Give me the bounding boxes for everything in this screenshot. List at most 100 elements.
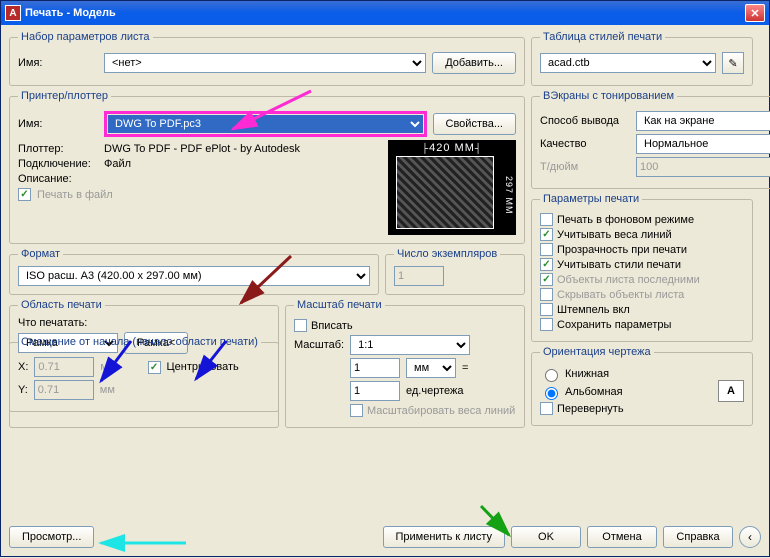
add-pageset-button[interactable]: Добавить... <box>432 52 516 74</box>
stamp-checkbox[interactable] <box>540 303 553 316</box>
stamp-label: Штемпель вкл <box>557 304 630 316</box>
printer-props-button[interactable]: Свойства... <box>433 113 516 135</box>
center-checkbox[interactable]: ✓ <box>148 361 161 374</box>
fit-checkbox[interactable] <box>294 319 307 332</box>
print-to-file-checkbox: ✓ <box>18 188 31 201</box>
orient-group: Ориентация чертежа Книжная Альбомная Пер… <box>531 346 753 426</box>
copies-legend: Число экземпляров <box>394 248 500 260</box>
pageset-name-select[interactable]: <нет> <box>104 53 426 73</box>
styletable-select[interactable]: acad.ctb <box>540 53 716 73</box>
pageset-group: Набор параметров листа Имя: <нет> Добави… <box>9 31 525 86</box>
upside-checkbox[interactable] <box>540 402 553 415</box>
drawing-unit-label: ед.чертежа <box>406 385 463 397</box>
paper-preview: ├420 MM┤ 297 MM <box>388 140 516 235</box>
what-label: Что печатать: <box>18 317 270 329</box>
print-to-file-label: Печать в файл <box>37 189 113 201</box>
cancel-button[interactable]: Отмена <box>587 526 657 548</box>
styles-label: Учитывать стили печати <box>557 259 681 271</box>
desc-label: Описание: <box>18 173 98 185</box>
scale-group: Масштаб печати Вписать Масштаб: 1:1 мм =… <box>285 299 525 428</box>
offset-x-label: X: <box>18 361 28 373</box>
app-icon: A <box>5 5 21 21</box>
offset-x-unit: мм <box>100 361 115 373</box>
fit-label: Вписать <box>311 320 353 332</box>
orient-legend: Ориентация чертежа <box>540 346 654 358</box>
scale-lw-label: Масштабировать веса линий <box>367 405 515 417</box>
window-title: Печать - Модель <box>25 7 116 19</box>
styletable-group: Таблица стилей печати acad.ctb ✎ <box>531 31 753 86</box>
format-select[interactable]: ISO расш. A3 (420.00 x 297.00 мм) <box>18 266 370 286</box>
copies-group: Число экземпляров <box>385 248 525 295</box>
offset-x-input <box>34 357 94 377</box>
conn-label: Подключение: <box>18 158 98 170</box>
styletable-edit-icon[interactable]: ✎ <box>722 52 744 74</box>
lw-checkbox[interactable]: ✓ <box>540 228 553 241</box>
format-group: Формат ISO расш. A3 (420.00 x 297.00 мм) <box>9 248 379 295</box>
offset-y-unit: мм <box>100 384 115 396</box>
printer-name-label: Имя: <box>18 118 98 130</box>
out-label: Способ вывода <box>540 115 630 127</box>
print-dialog: A Печать - Модель ✕ Набор параметров лис… <box>0 0 770 557</box>
conn-value: Файл <box>104 158 131 170</box>
titlebar: A Печать - Модель ✕ <box>1 1 769 25</box>
footer: Просмотр... Применить к листу OK Отмена … <box>9 526 761 548</box>
expand-icon[interactable]: ‹ <box>739 526 761 548</box>
styletable-legend: Таблица стилей печати <box>540 31 665 43</box>
vports-legend: ВЭкраны с тонированием <box>540 90 677 102</box>
plotter-value: DWG To PDF - PDF ePlot - by Autodesk <box>104 143 300 155</box>
dpi-input <box>636 157 770 177</box>
preview-button[interactable]: Просмотр... <box>9 526 94 548</box>
trans-checkbox[interactable] <box>540 243 553 256</box>
scale-legend: Масштаб печати <box>294 299 385 311</box>
params-group: Параметры печати Печать в фоновом режиме… <box>531 193 753 342</box>
equals-label: = <box>462 362 468 374</box>
help-button[interactable]: Справка <box>663 526 733 548</box>
scale-unit-select[interactable]: мм <box>406 358 456 378</box>
last-checkbox: ✓ <box>540 273 553 286</box>
save-checkbox[interactable] <box>540 318 553 331</box>
printer-name-select[interactable]: DWG To PDF.pc3 <box>108 115 423 133</box>
copies-input <box>394 266 444 286</box>
bg-checkbox[interactable] <box>540 213 553 226</box>
dpi-label: Т/дюйм <box>540 161 630 173</box>
format-legend: Формат <box>18 248 63 260</box>
center-label: Центрировать <box>167 361 239 373</box>
portrait-radio[interactable] <box>545 369 558 382</box>
plotter-label: Плоттер: <box>18 143 98 155</box>
pageset-name-label: Имя: <box>18 57 98 69</box>
save-label: Сохранить параметры <box>557 319 671 331</box>
orient-icon: A <box>718 380 744 402</box>
last-label: Объекты листа последними <box>557 274 700 286</box>
vports-group: ВЭкраны с тонированием Способ вывода Как … <box>531 90 770 189</box>
scale-drawing-input[interactable] <box>350 381 400 401</box>
printer-group: Принтер/плоттер Имя: DWG To PDF.pc3 Свой… <box>9 90 525 244</box>
qual-label: Качество <box>540 138 630 150</box>
portrait-label: Книжная <box>565 368 609 380</box>
offset-legend: Смещение от начала (начало области печат… <box>18 336 261 348</box>
hide-checkbox <box>540 288 553 301</box>
offset-y-label: Y: <box>18 384 28 396</box>
offset-y-input <box>34 380 94 400</box>
qual-select[interactable]: Нормальное <box>636 134 770 154</box>
area-legend: Область печати <box>18 299 105 311</box>
offset-group: Смещение от начала (начало области печат… <box>9 336 279 412</box>
printer-legend: Принтер/плоттер <box>18 90 111 102</box>
scale-select[interactable]: 1:1 <box>350 335 470 355</box>
landscape-radio[interactable] <box>545 387 558 400</box>
landscape-label: Альбомная <box>565 386 623 398</box>
lw-label: Учитывать веса линий <box>557 229 672 241</box>
close-icon[interactable]: ✕ <box>745 4 765 22</box>
hide-label: Скрывать объекты листа <box>557 289 684 301</box>
styles-checkbox[interactable]: ✓ <box>540 258 553 271</box>
out-select[interactable]: Как на экране <box>636 111 770 131</box>
apply-button[interactable]: Применить к листу <box>383 526 506 548</box>
scale-label: Масштаб: <box>294 339 344 351</box>
trans-label: Прозрачность при печати <box>557 244 687 256</box>
ok-button[interactable]: OK <box>511 526 581 548</box>
scale-lw-checkbox <box>350 404 363 417</box>
upside-label: Перевернуть <box>557 403 624 415</box>
params-legend: Параметры печати <box>540 193 642 205</box>
scale-numerator-input[interactable] <box>350 358 400 378</box>
bg-label: Печать в фоновом режиме <box>557 214 694 226</box>
pageset-legend: Набор параметров листа <box>18 31 153 43</box>
